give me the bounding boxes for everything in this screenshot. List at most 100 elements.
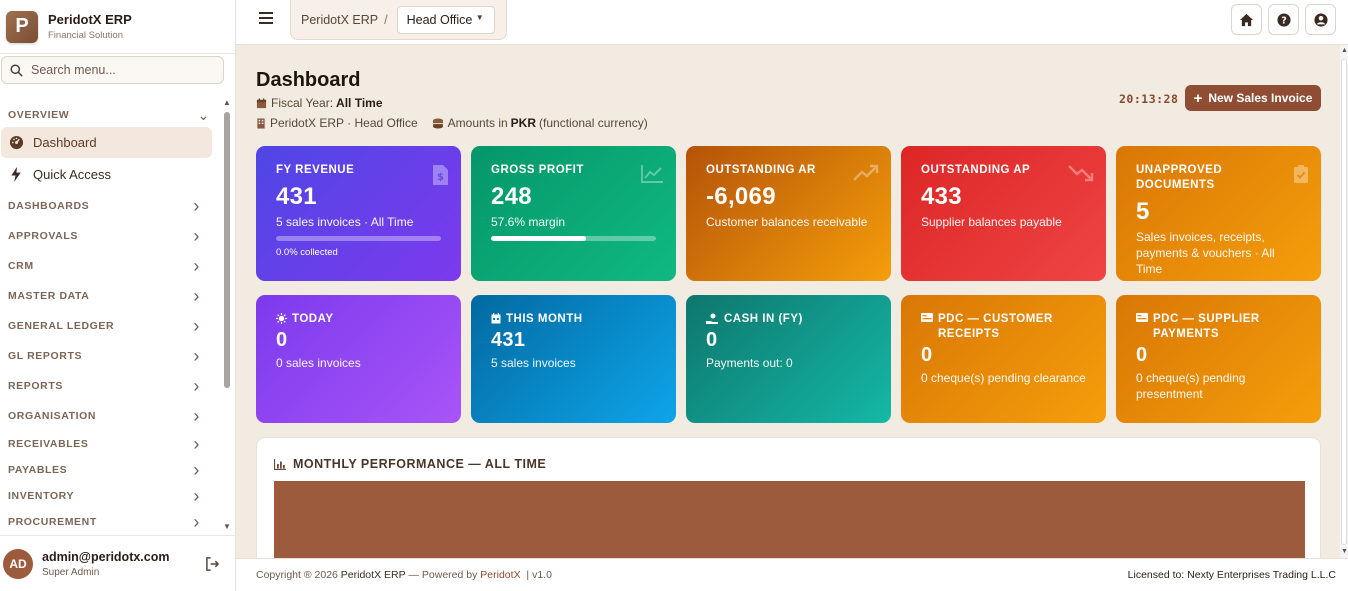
nav-group-label: PROCUREMENT: [8, 516, 97, 528]
bar-chart-icon: [274, 458, 286, 470]
sidebar-nav: OVERVIEW ⌄ Dashboard Quick Access DASHBO…: [0, 104, 222, 535]
card-pdc-customer-receipts[interactable]: PDC — CUSTOMER RECEIPTS 0 0 cheque(s) pe…: [901, 295, 1106, 423]
card-outstanding-ap[interactable]: OUTSTANDING AP 433 Supplier balances pay…: [901, 146, 1106, 281]
sidebar-item-dashboard[interactable]: Dashboard: [1, 127, 212, 158]
card-today[interactable]: TODAY 0 0 sales invoices: [256, 295, 461, 423]
card-value: 431: [276, 183, 317, 210]
footer-version: | v1.0: [526, 569, 552, 581]
home-button[interactable]: [1231, 4, 1262, 35]
fiscal-year-label: Fiscal Year:: [271, 96, 334, 110]
calendar-icon: [256, 97, 267, 109]
card-label: OUTSTANDING AP: [921, 164, 1031, 176]
nav-group-organisation[interactable]: ORGANISATION ›: [0, 401, 222, 431]
card-pdc-supplier-payments[interactable]: PDC — SUPPLIER PAYMENTS 0 0 cheque(s) pe…: [1116, 295, 1321, 423]
cheque-icon: [921, 313, 933, 322]
card-fy-revenue[interactable]: FY REVENUE 431 5 sales invoices · All Ti…: [256, 146, 461, 281]
nav-group-dashboards[interactable]: DASHBOARDS ›: [0, 191, 222, 221]
card-subtext: 57.6% margin: [491, 215, 566, 229]
calendar-icon: [491, 313, 501, 324]
footer-powered-link[interactable]: PeridotX: [480, 569, 520, 581]
card-subtext: Sales invoices, receipts, payments & vou…: [1136, 230, 1275, 276]
breadcrumb-root[interactable]: PeridotX ERP: [301, 13, 378, 27]
sidebar-item-quick-access[interactable]: Quick Access: [1, 159, 212, 190]
sidebar-scrollbar[interactable]: ▲ ▼: [222, 96, 232, 536]
chevron-right-icon: ›: [193, 433, 200, 454]
card-outstanding-ar[interactable]: OUTSTANDING AR -6,069 Customer balances …: [686, 146, 891, 281]
new-sales-invoice-label: New Sales Invoice: [1208, 91, 1313, 105]
brand[interactable]: P PeridotX ERP Financial Solution: [0, 0, 235, 54]
panel-title-row: MONTHLY PERFORMANCE — ALL TIME: [274, 457, 546, 471]
nav-group-label: RECEIVABLES: [8, 438, 89, 450]
nav-section-overview[interactable]: OVERVIEW ⌄: [0, 104, 222, 126]
scroll-down-icon[interactable]: ▼: [223, 522, 231, 531]
hand-coin-icon: [706, 313, 719, 324]
scroll-up-icon[interactable]: ▲: [1341, 47, 1348, 54]
card-label-row: PDC — CUSTOMER RECEIPTS: [921, 312, 1086, 342]
office-select-value: Head Office: [406, 12, 473, 27]
sun-icon: [276, 313, 287, 324]
profile-button[interactable]: [1305, 4, 1336, 35]
nav-group-payables[interactable]: PAYABLES ›: [0, 457, 222, 483]
card-subtext: 5 sales invoices · All Time: [276, 215, 414, 229]
card-value: 433: [921, 183, 962, 210]
main-scroll-thumb[interactable]: [1341, 59, 1347, 545]
nav-group-label: MASTER DATA: [8, 290, 90, 302]
clock: 20:13:28: [1119, 92, 1179, 106]
breadcrumb-separator: /: [384, 12, 388, 27]
amounts-prefix: Amounts in: [447, 116, 508, 130]
footer-copyright: Copyright ® 2026: [256, 569, 338, 581]
user-role: Super Admin: [42, 566, 100, 578]
sidebar-scroll-thumb[interactable]: [224, 112, 230, 388]
office-select[interactable]: Head Office ▼: [396, 5, 495, 34]
nav-group-label: REPORTS: [8, 380, 63, 392]
nav-group-approvals[interactable]: APPROVALS ›: [0, 221, 222, 251]
logout-icon[interactable]: [205, 557, 220, 576]
card-label: UNAPPROVED DOCUMENTS: [1136, 164, 1223, 191]
card-subtext: 0 cheque(s) pending presentment: [1136, 371, 1246, 401]
chevron-right-icon: ›: [193, 511, 200, 532]
sidebar-item-label: Quick Access: [33, 167, 112, 182]
nav-group-general-ledger[interactable]: GENERAL LEDGER ›: [0, 311, 222, 341]
scroll-up-icon[interactable]: ▲: [223, 98, 231, 107]
card-gross-profit[interactable]: GROSS PROFIT 248 57.6% margin: [471, 146, 676, 281]
chevron-right-icon: ›: [193, 405, 200, 426]
chevron-right-icon: ›: [193, 375, 200, 396]
card-this-month[interactable]: THIS MONTH 431 5 sales invoices: [471, 295, 676, 423]
chevron-right-icon: ›: [193, 485, 200, 506]
nav-group-reports[interactable]: REPORTS ›: [0, 371, 222, 401]
menu-toggle-icon[interactable]: [258, 10, 274, 31]
margin-progress-fill: [491, 236, 587, 241]
search-input[interactable]: Search menu...: [1, 56, 224, 84]
main-content: Dashboard Fiscal Year: All Time PeridotX…: [236, 45, 1340, 581]
chevron-up-icon: ⌄: [197, 106, 210, 123]
new-sales-invoice-button[interactable]: + New Sales Invoice: [1185, 85, 1321, 111]
svg-text:$: $: [437, 172, 444, 183]
monthly-performance-panel: MONTHLY PERFORMANCE — ALL TIME: [256, 437, 1321, 581]
user-panel: AD admin@peridotx.com Super Admin: [0, 535, 236, 591]
footer: Copyright ® 2026 PeridotX ERP — Powered …: [236, 558, 1348, 591]
card-cash-in[interactable]: CASH IN (FY) 0 Payments out: 0: [686, 295, 891, 423]
card-subtext: 0 sales invoices: [276, 356, 361, 370]
main-scrollbar[interactable]: ▲ ▼: [1340, 45, 1348, 558]
chevron-right-icon: ›: [193, 315, 200, 336]
card-value: 431: [491, 329, 526, 351]
nav-group-procurement[interactable]: PROCUREMENT ›: [0, 509, 222, 535]
nav-group-gl-reports[interactable]: GL REPORTS ›: [0, 341, 222, 371]
card-subtext: 0 cheque(s) pending clearance: [921, 371, 1086, 385]
nav-group-crm[interactable]: CRM ›: [0, 251, 222, 281]
building-icon: [256, 117, 266, 129]
avatar[interactable]: AD: [3, 548, 33, 579]
nav-group-master-data[interactable]: MASTER DATA ›: [0, 281, 222, 311]
org-info: PeridotX ERP · Head Office Amounts in PK…: [256, 116, 648, 130]
nav-group-label: INVENTORY: [8, 490, 75, 502]
card-unapproved-documents[interactable]: UNAPPROVED DOCUMENTS 5 Sales invoices, r…: [1116, 146, 1321, 281]
card-label-row: THIS MONTH: [491, 312, 656, 327]
nav-group-receivables[interactable]: RECEIVABLES ›: [0, 431, 222, 457]
card-value: 0: [706, 329, 718, 351]
help-button[interactable]: ?: [1268, 4, 1299, 35]
scroll-down-icon[interactable]: ▼: [1341, 548, 1348, 555]
nav-group-inventory[interactable]: INVENTORY ›: [0, 483, 222, 509]
bolt-icon: [8, 167, 24, 182]
chevron-right-icon: ›: [193, 195, 200, 216]
clipboard-check-icon: [1293, 164, 1309, 189]
